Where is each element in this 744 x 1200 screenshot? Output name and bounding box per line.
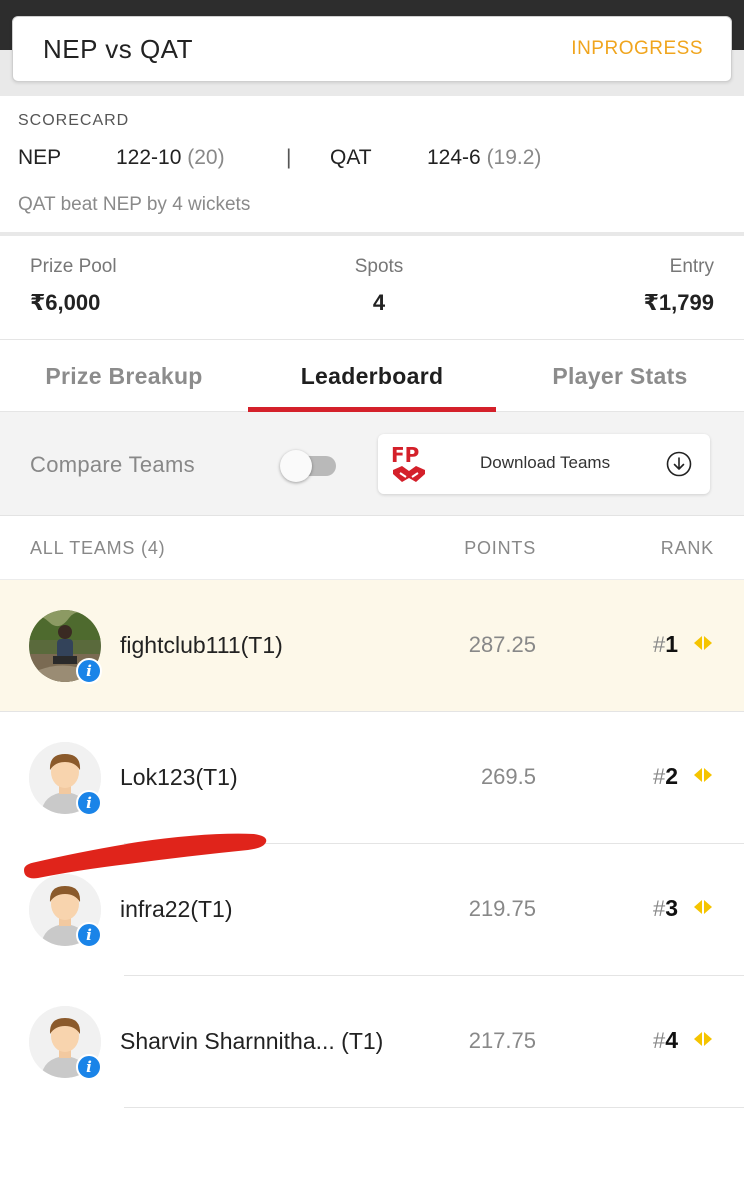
- download-teams-button[interactable]: FP Download Teams: [378, 434, 710, 494]
- info-icon[interactable]: i: [76, 1054, 102, 1080]
- rank-heading: RANK: [660, 538, 714, 558]
- team2-name: QAT: [330, 146, 372, 169]
- toggle-knob: [280, 450, 312, 482]
- download-circle-icon: [666, 451, 692, 477]
- team-rank: #4: [653, 1027, 678, 1054]
- scorecard-panel: SCORECARD NEP 122-10 (20) | QAT 124-6 (1…: [0, 96, 744, 236]
- rank-prefix: #: [652, 764, 666, 789]
- points-heading: POINTS: [464, 538, 536, 558]
- team-points: 287.25: [468, 632, 536, 657]
- rank-change-icon: [694, 1032, 712, 1046]
- match-result: QAT beat NEP by 4 wickets: [18, 194, 251, 215]
- leaderboard-header: ALL TEAMS (4) POINTS RANK: [0, 516, 744, 580]
- leaderboard-row[interactable]: i Sharvin Sharnnitha... (T1) 217.75 #4: [0, 976, 744, 1108]
- team2-runs: 124-6: [427, 146, 481, 169]
- team-name: fightclub111(T1): [120, 632, 283, 658]
- rank-number: 2: [665, 763, 678, 789]
- compare-teams-label: Compare Teams: [30, 452, 195, 477]
- team1-runs: 122-10: [116, 146, 182, 169]
- team1-overs: (20): [187, 146, 225, 169]
- spots-label: Spots: [354, 256, 404, 277]
- spots: Spots 4: [0, 256, 744, 316]
- leaderboard-row[interactable]: i fightclub111(T1) 287.25 #1: [0, 580, 744, 712]
- rank-change-icon: [694, 768, 712, 782]
- score-separator: |: [286, 146, 292, 169]
- team-points: 269.5: [480, 764, 536, 789]
- red-scribble-annotation: [24, 833, 267, 879]
- entry-label: Entry: [669, 256, 714, 277]
- team2-score: 124-6 (19.2): [427, 146, 541, 170]
- team1-score: 122-10 (20): [116, 146, 225, 170]
- team-rank: #2: [653, 763, 678, 790]
- entry-value: ₹1,799: [643, 290, 714, 315]
- tab-leaderboard[interactable]: Leaderboard: [248, 340, 496, 412]
- tab-bar: Prize Breakup Leaderboard Player Stats: [0, 340, 744, 412]
- rank-prefix: #: [652, 896, 666, 921]
- rank-number: 1: [665, 631, 678, 657]
- scorecard-label: SCORECARD: [18, 112, 130, 129]
- compare-bar: Compare Teams FP Download Teams: [0, 412, 744, 516]
- download-teams-label: Download Teams: [480, 453, 611, 472]
- info-icon[interactable]: i: [76, 658, 102, 684]
- row-divider: [124, 1107, 744, 1108]
- contest-summary: Prize Pool ₹6,000 Spots 4 Entry ₹1,799: [0, 240, 744, 340]
- rank-number: 4: [665, 1027, 678, 1053]
- fp-logo-text: FP: [391, 443, 419, 467]
- rank-prefix: #: [652, 1028, 666, 1053]
- match-card[interactable]: NEP vs QAT INPROGRESS: [12, 16, 732, 82]
- team-rank: #3: [653, 895, 678, 922]
- team1-name: NEP: [18, 146, 62, 169]
- team-points: 217.75: [468, 1028, 536, 1053]
- entry: Entry ₹1,799: [644, 256, 714, 316]
- match-title: NEP vs QAT: [43, 33, 193, 64]
- spots-value: 4: [372, 290, 386, 315]
- rank-number: 3: [665, 895, 678, 921]
- team-name: Sharvin Sharnnitha... (T1): [120, 1028, 384, 1054]
- tab-player-stats[interactable]: Player Stats: [496, 340, 744, 412]
- all-teams-heading: ALL TEAMS (4): [30, 538, 166, 558]
- fp-logo-icon: FP: [391, 443, 425, 482]
- rank-prefix: #: [652, 632, 666, 657]
- team-name: Lok123(T1): [120, 764, 238, 790]
- info-icon[interactable]: i: [76, 922, 102, 948]
- compare-teams-toggle[interactable]: [280, 450, 338, 482]
- tab-prize-breakup[interactable]: Prize Breakup: [0, 340, 248, 412]
- team2-overs: (19.2): [486, 146, 542, 169]
- rank-change-icon: [694, 900, 712, 914]
- rank-change-icon: [694, 636, 712, 650]
- match-status-badge: INPROGRESS: [571, 38, 703, 59]
- team-rank: #1: [653, 631, 678, 658]
- team-name: infra22(T1): [120, 896, 233, 922]
- team-points: 219.75: [468, 896, 536, 921]
